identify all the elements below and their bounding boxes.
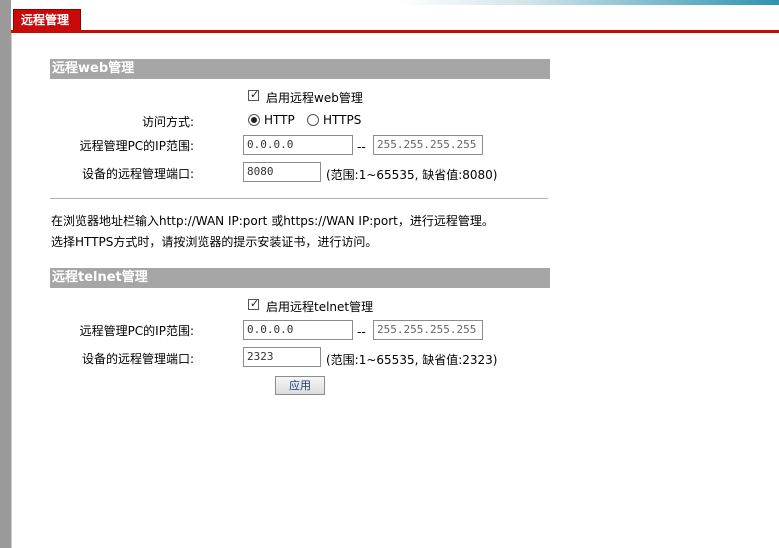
checkmark-icon: ✓ [250, 297, 260, 310]
apply-button[interactable]: 应用 [275, 376, 325, 395]
telnet-port-input[interactable]: 2323 [243, 347, 321, 367]
telnet-ip-range-label: 远程管理PC的IP范围: [79, 324, 194, 338]
content-area [11, 33, 779, 548]
web-port-hint: (范围:1~65535, 缺省值:8080) [326, 168, 498, 182]
telnet-enable-checkbox[interactable]: ✓ [248, 297, 260, 310]
telnet-range-separator: -- [357, 325, 366, 339]
web-ip-start-input[interactable]: 0.0.0.0 [243, 135, 353, 155]
web-ip-end-input[interactable]: 255.255.255.255 [373, 135, 483, 155]
web-port-input[interactable]: 8080 [243, 162, 321, 182]
telnet-ip-start-input[interactable]: 0.0.0.0 [243, 320, 353, 340]
web-enable-label: 启用远程web管理 [266, 91, 363, 105]
web-note-line2: 选择HTTPS方式时，请按浏览器的提示安装证书，进行访问。 [51, 235, 378, 249]
radio-http[interactable] [248, 114, 260, 126]
telnet-port-hint: (范围:1~65535, 缺省值:2323) [326, 353, 498, 367]
radio-https[interactable] [307, 114, 319, 126]
telnet-ip-end-input[interactable]: 255.255.255.255 [373, 320, 483, 340]
telnet-section-header: 远程telnet管理 [50, 268, 550, 288]
access-mode-label: 访问方式: [141, 115, 194, 129]
checkmark-icon: ✓ [250, 88, 260, 101]
radio-selected-dot-icon [251, 117, 257, 123]
web-section-header: 远程web管理 [50, 59, 550, 79]
radio-http-label: HTTP [264, 113, 295, 127]
web-ip-range-label: 远程管理PC的IP范围: [79, 139, 194, 153]
telnet-port-label: 设备的远程管理端口: [81, 352, 194, 366]
top-accent-bar [400, 0, 779, 5]
web-note-line1: 在浏览器地址栏输入http://WAN IP:port 或https://WAN… [51, 214, 494, 228]
web-enable-checkbox[interactable]: ✓ [248, 88, 260, 101]
left-frame-edge [0, 0, 11, 548]
tab-remote-management[interactable]: 远程管理 [13, 9, 81, 30]
web-range-separator: -- [357, 140, 366, 154]
tab-underline [11, 30, 779, 33]
radio-https-label: HTTPS [323, 113, 362, 127]
telnet-enable-label: 启用远程telnet管理 [266, 300, 374, 314]
web-port-label: 设备的远程管理端口: [81, 167, 194, 181]
section-divider [50, 198, 548, 199]
